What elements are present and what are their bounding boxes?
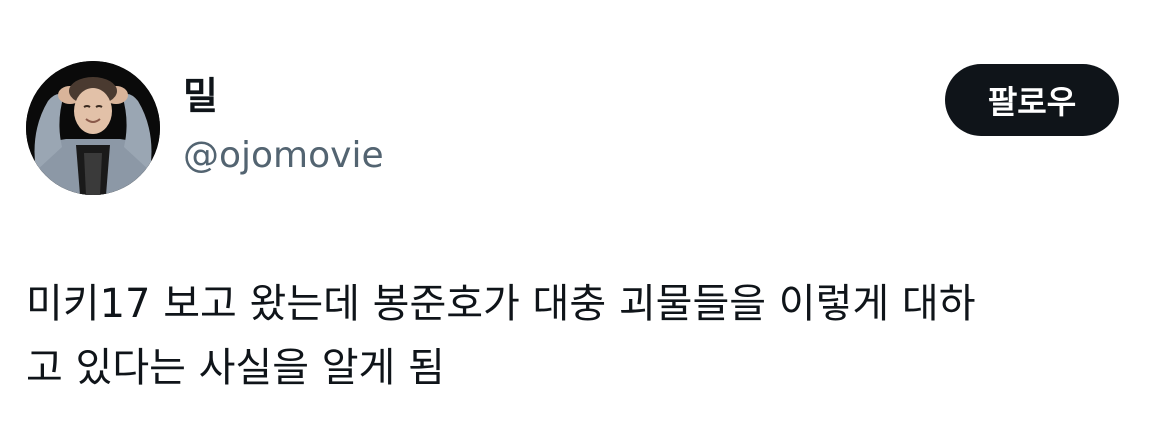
- avatar[interactable]: [26, 61, 160, 195]
- author-display-name[interactable]: 밀: [183, 72, 218, 120]
- follow-button[interactable]: 팔로우: [945, 64, 1119, 136]
- author-handle[interactable]: @ojomovie: [183, 134, 384, 178]
- tweet-card: 밀 @ojomovie 팔로우 미키17 보고 왔는데 봉준호가 대충 괴물들을…: [0, 0, 1170, 431]
- profile-photo-icon: [26, 61, 160, 195]
- tweet-text: 미키17 보고 왔는데 봉준호가 대충 괴물들을 이렇게 대하 고 있다는 사실…: [26, 281, 976, 391]
